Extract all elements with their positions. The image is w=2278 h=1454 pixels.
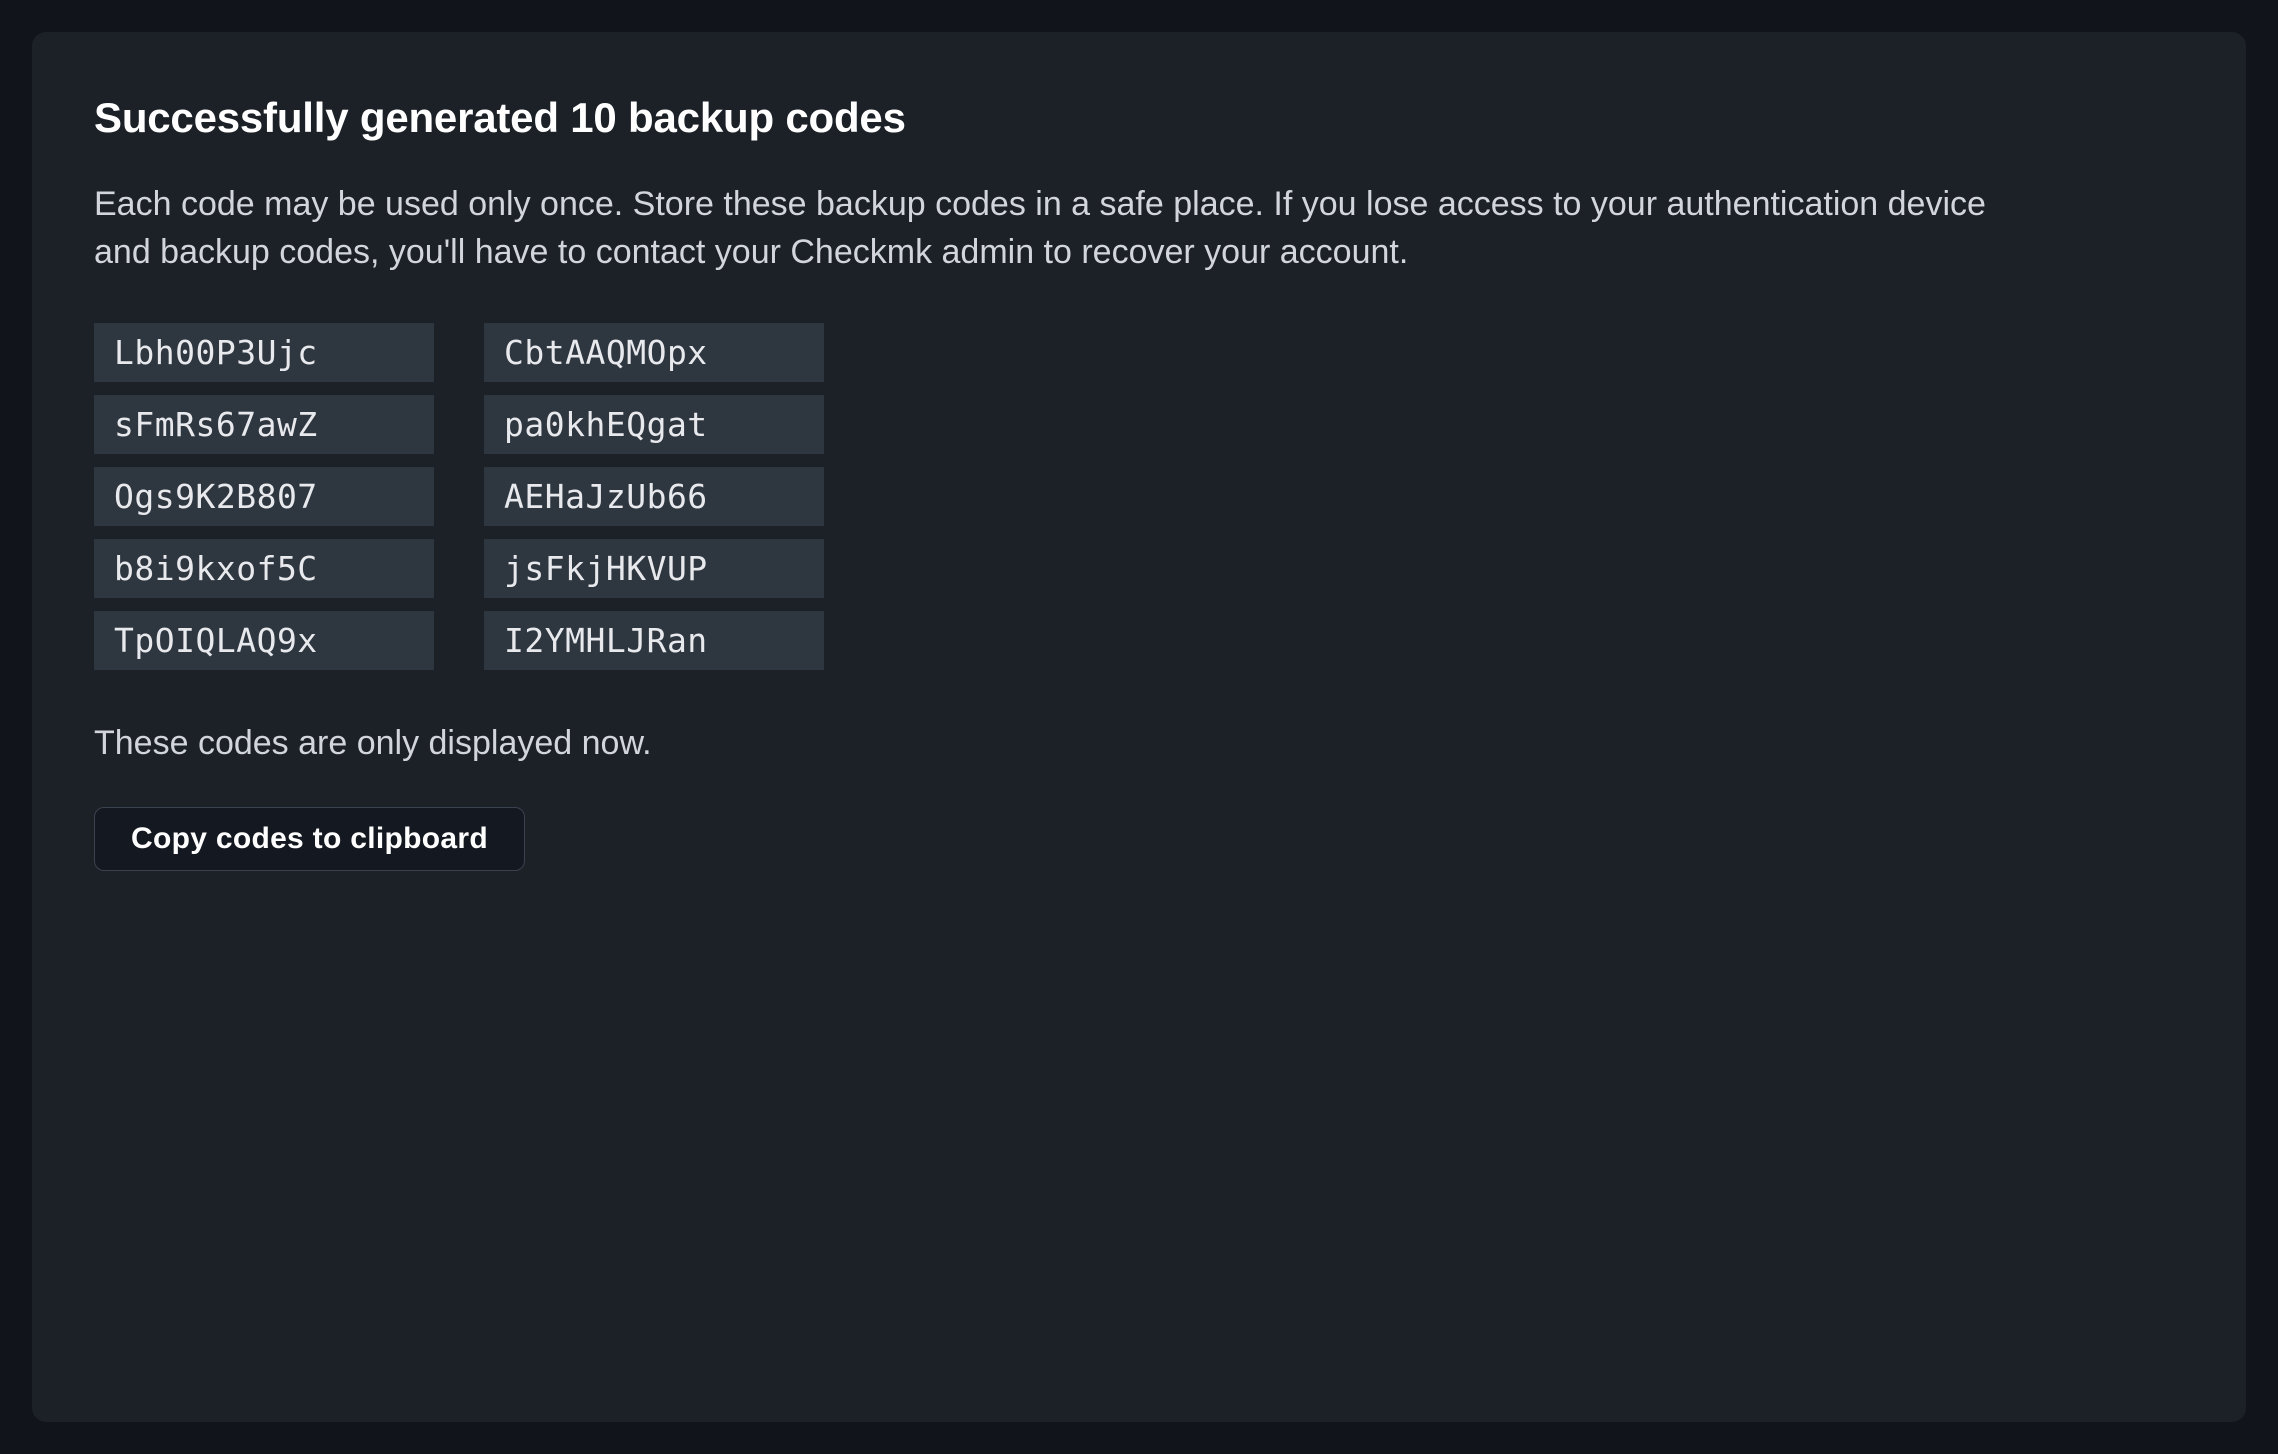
panel-heading: Successfully generated 10 backup codes — [94, 94, 2184, 142]
backup-code: CbtAAQMOpx — [484, 323, 824, 382]
backup-code: b8i9kxof5C — [94, 539, 434, 598]
backup-code: Lbh00P3Ujc — [94, 323, 434, 382]
backup-code: TpOIQLAQ9x — [94, 611, 434, 670]
backup-code: I2YMHLJRan — [484, 611, 824, 670]
panel-description: Each code may be used only once. Store t… — [94, 180, 1994, 277]
copy-codes-button[interactable]: Copy codes to clipboard — [94, 807, 525, 871]
backup-code: jsFkjHKVUP — [484, 539, 824, 598]
codes-grid: Lbh00P3Ujc CbtAAQMOpx sFmRs67awZ pa0khEQ… — [94, 323, 2184, 670]
backup-code: AEHaJzUb66 — [484, 467, 824, 526]
display-note: These codes are only displayed now. — [94, 724, 2184, 763]
backup-codes-panel: Successfully generated 10 backup codes E… — [32, 32, 2246, 1422]
backup-code: pa0khEQgat — [484, 395, 824, 454]
backup-code: Ogs9K2B807 — [94, 467, 434, 526]
backup-code: sFmRs67awZ — [94, 395, 434, 454]
